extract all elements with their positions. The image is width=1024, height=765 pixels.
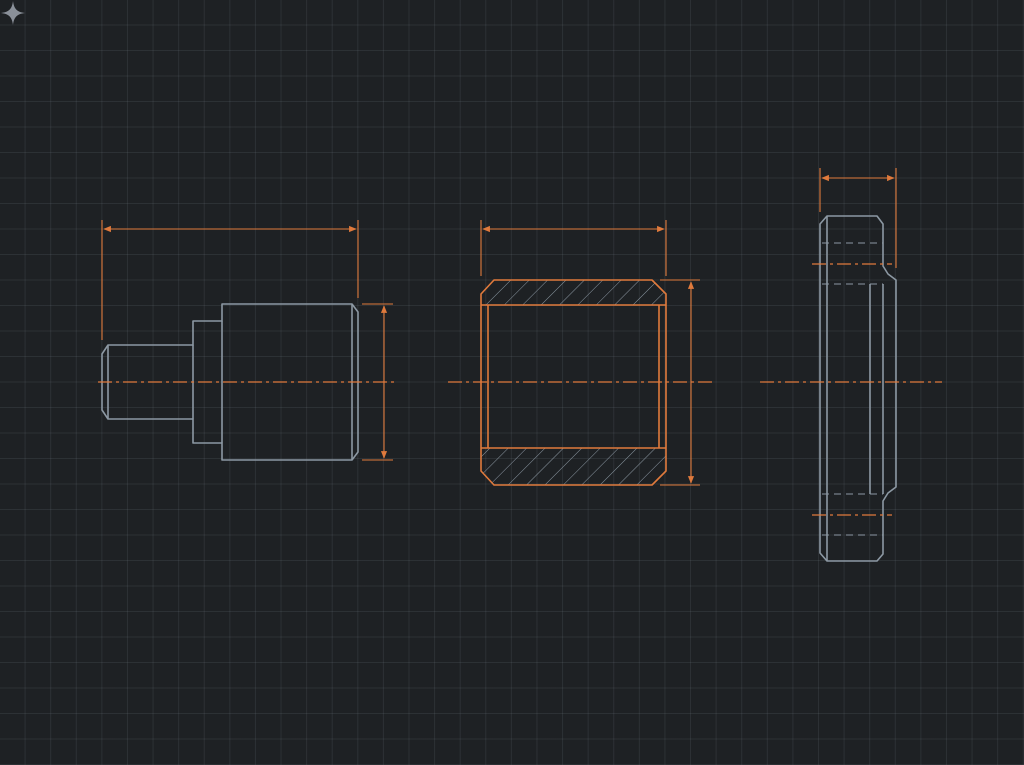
sparkle-icon	[1, 1, 25, 25]
drawing-canvas[interactable]	[0, 0, 1024, 765]
flange-outline	[819, 215, 897, 562]
sleeve-top-wall-hatch	[481, 280, 666, 305]
stepped-shaft-view	[98, 220, 398, 461]
sleeve-bottom-wall-hatch	[481, 448, 666, 485]
sleeve-section-view	[448, 220, 712, 486]
flange-side-view	[760, 168, 942, 562]
cad-drawing	[98, 168, 942, 562]
